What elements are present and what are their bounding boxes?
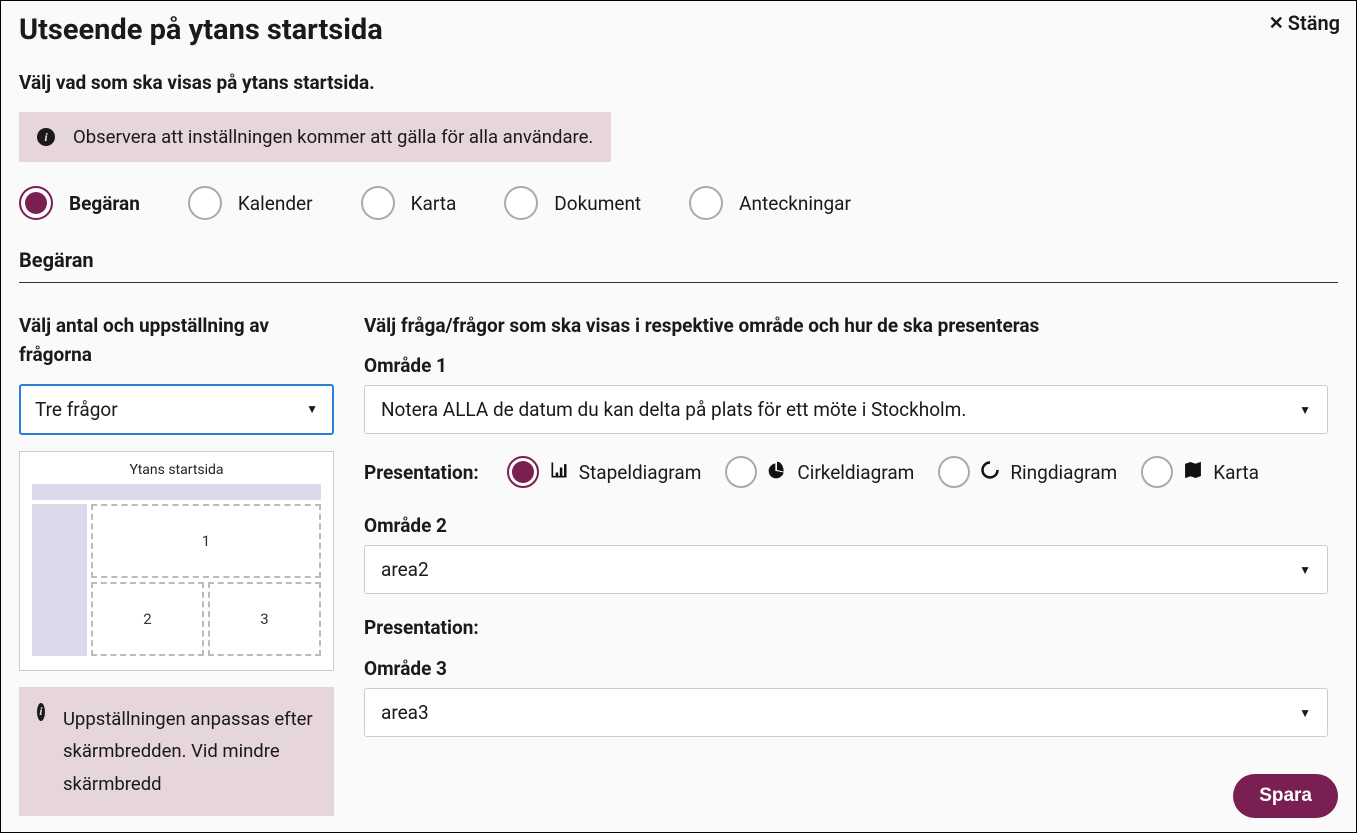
layout-select-value: Tre frågor [35,398,118,421]
radio-begaran[interactable]: Begäran [19,186,140,220]
map-icon [1183,460,1203,485]
radio-input[interactable] [507,456,539,488]
preview-area-2: 2 [91,582,204,656]
area3-label: Område 3 [364,657,1328,680]
radio-anteckningar[interactable]: Anteckningar [689,186,851,220]
presentation-option-label: Stapeldiagram [579,461,702,484]
radio-label: Begäran [69,192,140,215]
area1-label: Område 1 [364,354,1328,377]
presentation-bar[interactable]: Stapeldiagram [507,456,702,488]
section-heading: Begäran [19,248,1338,283]
presentation-option-label: Karta [1213,461,1259,484]
area1-presentation-row: Presentation: Stapeldiagram Cirkeldiagra… [364,456,1328,488]
chevron-down-icon: ▼ [1299,403,1311,417]
area2-select[interactable]: area2 ▼ [364,545,1328,594]
presentation-label: Presentation: [364,461,479,484]
info-text: Observera att inställningen kommer att g… [73,126,593,148]
layout-select[interactable]: Tre frågor ▼ [19,384,334,435]
area2-presentation-label: Presentation: [364,616,1328,639]
radio-label: Karta [411,192,457,215]
area3-select[interactable]: area3 ▼ [364,688,1328,737]
area1-value: Notera ALLA de datum du kan delta på pla… [381,398,966,421]
radio-label: Kalender [238,192,313,215]
presentation-option-label: Ringdiagram [1010,461,1117,484]
chevron-down-icon: ▼ [306,402,318,416]
radio-input[interactable] [188,186,222,220]
donut-chart-icon [980,460,1000,485]
chevron-down-icon: ▼ [1299,706,1311,720]
area2-label: Område 2 [364,514,1328,537]
radio-label: Anteckningar [739,192,851,215]
save-button[interactable]: Spara [1233,774,1338,818]
left-heading: Välj antal och uppställning av frågorna [19,311,334,370]
page-title: Utseende på ytans startsida [19,13,1338,47]
layout-info-text: Uppställningen anpassas efter skärmbredd… [63,703,316,800]
right-heading: Välj fråga/frågor som ska visas i respek… [364,311,1328,340]
radio-input[interactable] [689,186,723,220]
chevron-down-icon: ▼ [1299,563,1311,577]
presentation-map[interactable]: Karta [1141,456,1259,488]
preview-area-1: 1 [91,504,321,578]
preview-area-3: 3 [208,582,321,656]
info-icon: i [37,703,45,721]
radio-input[interactable] [1141,456,1173,488]
layout-info-banner: i Uppställningen anpassas efter skärmbre… [19,687,334,816]
info-banner: i Observera att inställningen kommer att… [19,112,611,162]
radio-dokument[interactable]: Dokument [504,186,641,220]
close-icon: ✕ [1269,13,1284,34]
radio-input[interactable] [938,456,970,488]
radio-input[interactable] [725,456,757,488]
radio-input[interactable] [361,186,395,220]
layout-preview: Ytans startsida 1 2 3 [19,451,334,671]
area3-value: area3 [381,701,429,724]
radio-kalender[interactable]: Kalender [188,186,313,220]
pie-chart-icon [767,460,787,485]
preview-topbar [32,484,321,500]
area1-select[interactable]: Notera ALLA de datum du kan delta på pla… [364,385,1328,434]
info-icon: i [37,128,55,146]
close-label: Stäng [1288,11,1340,35]
close-button[interactable]: ✕ Stäng [1269,11,1340,35]
preview-sidebar [32,504,87,656]
radio-karta[interactable]: Karta [361,186,457,220]
subtitle: Välj vad som ska visas på ytans startsid… [19,71,1338,94]
radio-input[interactable] [504,186,538,220]
presentation-option-label: Cirkeldiagram [797,461,914,484]
presentation-pie[interactable]: Cirkeldiagram [725,456,914,488]
view-type-radios: Begäran Kalender Karta Dokument Anteckni… [19,186,1338,220]
presentation-donut[interactable]: Ringdiagram [938,456,1117,488]
radio-label: Dokument [554,192,641,215]
area2-value: area2 [381,558,429,581]
radio-input[interactable] [19,186,53,220]
preview-title: Ytans startsida [32,462,321,478]
bar-chart-icon [549,460,569,485]
